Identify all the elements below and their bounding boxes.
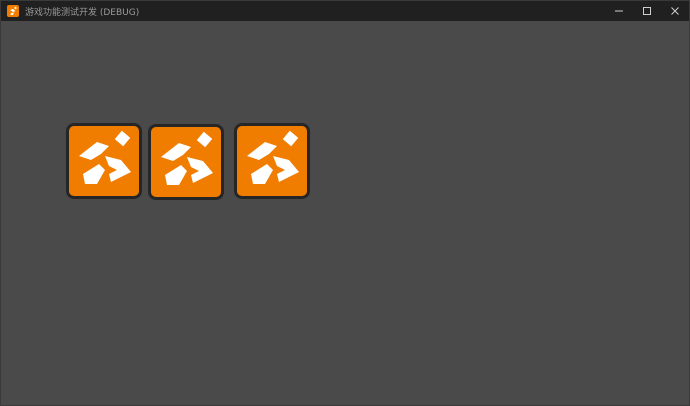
sprite-tile-2[interactable] <box>148 124 224 200</box>
sprite-tile-3[interactable] <box>234 123 310 199</box>
game-viewport[interactable] <box>1 21 689 405</box>
title-bar[interactable]: 游戏功能测试开发 (DEBUG) <box>1 1 689 21</box>
godot-engine-logo-icon <box>7 5 19 17</box>
close-button[interactable] <box>661 1 689 21</box>
minimize-icon <box>615 10 623 12</box>
running-figure-icon <box>237 126 307 196</box>
close-icon <box>671 7 679 15</box>
game-window: 游戏功能测试开发 (DEBUG) <box>0 0 690 406</box>
window-controls <box>605 1 689 21</box>
minimize-button[interactable] <box>605 1 633 21</box>
maximize-icon <box>643 7 651 15</box>
maximize-button[interactable] <box>633 1 661 21</box>
window-title: 游戏功能测试开发 (DEBUG) <box>25 7 140 18</box>
running-figure-icon <box>69 126 139 196</box>
sprite-tile-1[interactable] <box>66 123 142 199</box>
running-figure-icon <box>151 127 221 197</box>
